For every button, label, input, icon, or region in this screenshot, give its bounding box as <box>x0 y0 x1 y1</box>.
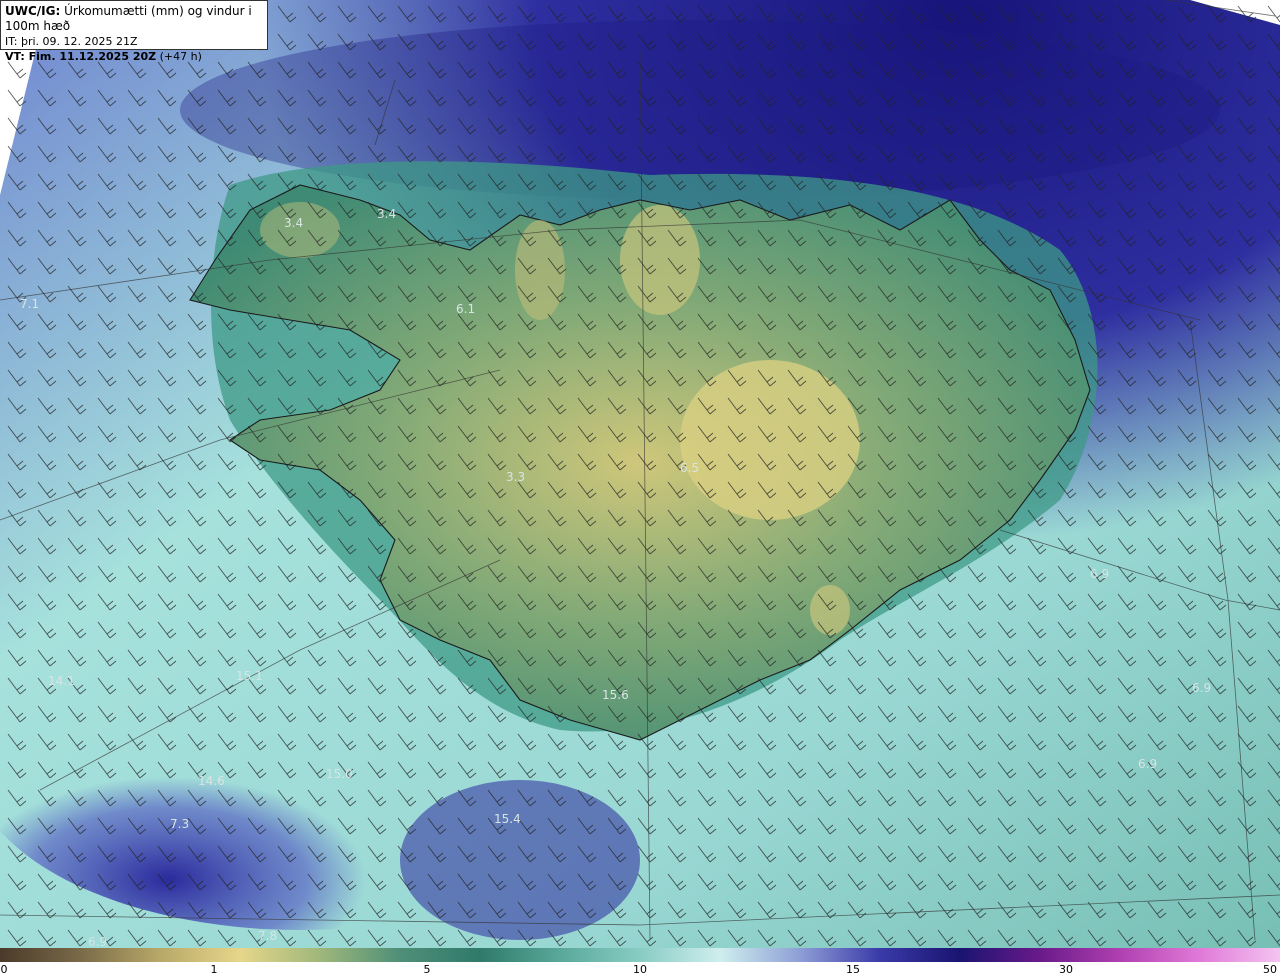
colorbar <box>0 948 1280 962</box>
map-value-label: 6.9 <box>1192 681 1211 695</box>
colorbar-tick-label: 0 <box>0 963 8 976</box>
valid-time: VT: Fim. 11.12.2025 20Z <box>5 50 157 63</box>
colorbar-tick-label: 5 <box>423 963 431 976</box>
map-value-label: 7.3 <box>170 817 189 831</box>
map-value-label: 6.1 <box>456 302 475 316</box>
map-value-label: 6.9 <box>1090 567 1109 581</box>
colorbar-tick-label: 50 <box>1263 963 1277 976</box>
title-box: UWC/IG: Úrkomumætti (mm) og vindur i 100… <box>0 0 268 63</box>
map-value-label: 14.1 <box>48 674 75 688</box>
map-value-label: 3.4 <box>377 207 396 221</box>
map-value-label: 3.3 <box>506 470 525 484</box>
product-code: UWC/IG: <box>5 4 61 18</box>
colorbar-tick-label: 15 <box>846 963 860 976</box>
map-value-label: 6.9 <box>1138 757 1157 771</box>
colorbar-tick-label: 1 <box>210 963 218 976</box>
map-value-label: 7.8 <box>258 929 277 943</box>
map-value-label: 3.4 <box>284 216 303 230</box>
weather-map: 3.4 3.4 7.1 6.1 3.3 6.5 6.9 14.1 15.1 14… <box>0 0 1280 948</box>
colorbar-labels: 0 1 5 10 15 30 50 <box>0 962 1280 978</box>
map-value-label: 14.6 <box>198 774 225 788</box>
map-value-label: 6.9 <box>88 935 107 948</box>
forecast-hour: (+47 h) <box>159 50 202 63</box>
map-value-label: 15.4 <box>494 812 521 826</box>
colorbar-tick-label: 10 <box>633 963 647 976</box>
map-value-label: 7.1 <box>20 297 39 311</box>
initial-time: IT: þri. 09. 12. 2025 21Z <box>5 35 138 48</box>
map-value-label: 15.6 <box>602 688 629 702</box>
colorbar-tick-label: 30 <box>1059 963 1073 976</box>
map-value-label: 6.5 <box>680 461 699 475</box>
map-value-label: 15.0 <box>326 767 353 781</box>
map-value-label: 15.1 <box>236 669 263 683</box>
